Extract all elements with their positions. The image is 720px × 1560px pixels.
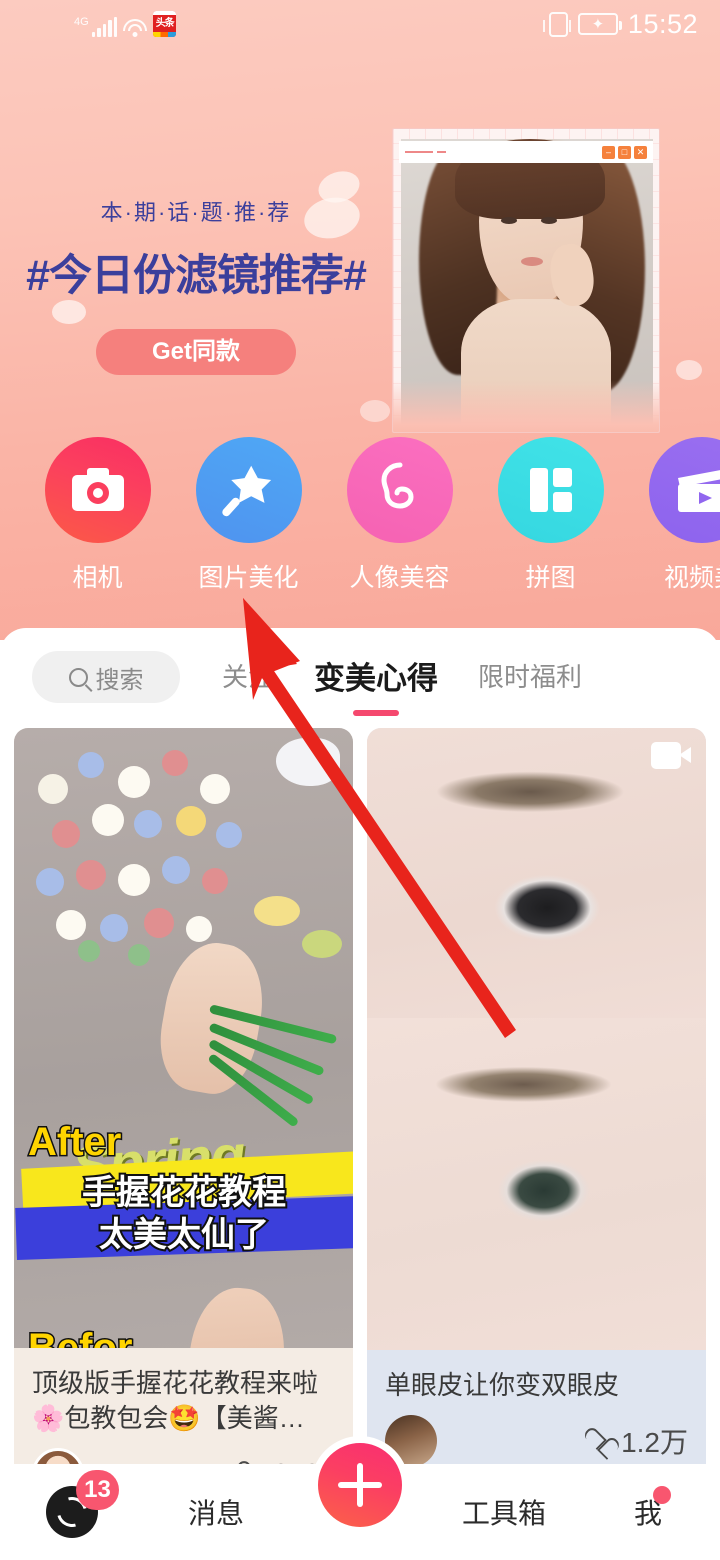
quick-action-label: 相机 [72, 564, 123, 592]
card-cover-image-top[interactable] [367, 728, 706, 1018]
unread-dot [653, 1486, 672, 1504]
like-counter[interactable]: 1.2万 [585, 1421, 688, 1461]
video-clapper-icon[interactable] [648, 437, 720, 543]
after-label: After [26, 1119, 122, 1166]
hero-header-area: – □ ✕ 本·期·话·题·推·荐 #今日份滤镜推荐# Get同款 相机 图片美… [0, 0, 720, 640]
butterfly-sticker [302, 930, 342, 958]
toutiao-app-icon: 头条 [153, 11, 177, 37]
search-placeholder: 搜索 [95, 666, 144, 694]
nav-item-profile[interactable]: 我 [576, 1486, 720, 1532]
quick-action-label: 人像美容 [349, 564, 450, 592]
feed-sheet: 搜索 关注 变美心得 限时福利 After 手握花花教程 太美太仙了 Befor… [0, 628, 720, 1560]
vibrate-icon [542, 11, 571, 37]
bottom-navigation-bar: 13 消息 工具箱 我 [0, 1436, 720, 1560]
sync-refresh-icon[interactable]: 13 [46, 1470, 119, 1538]
flower-stems [207, 978, 350, 1128]
banner-subtitle: 本·期·话·题·推·荐 [100, 200, 292, 225]
feed-toolbar: 搜索 关注 变美心得 限时福利 [0, 646, 720, 708]
camera-icon[interactable] [44, 437, 151, 543]
quick-action-image-beautify[interactable]: 图片美化 [173, 437, 324, 594]
card-cover-image[interactable]: Spring After 手握花花教程 太美太仙了 Befor [14, 728, 353, 1348]
signal-bars-icon [91, 17, 118, 37]
card-cover-image-bottom[interactable] [367, 1018, 706, 1350]
notification-badge: 13 [76, 1470, 119, 1510]
tab-limited-benefits[interactable]: 限时福利 [478, 657, 582, 698]
like-count: 1.2万 [621, 1426, 688, 1458]
butterfly-sticker [254, 896, 300, 926]
wifi-icon [123, 19, 148, 37]
quick-action-camera[interactable]: 相机 [22, 437, 173, 594]
tab-beauty-tips[interactable]: 变美心得 [314, 653, 438, 702]
flower-bouquet-graphic [30, 744, 260, 974]
minimize-icon: – [602, 145, 615, 159]
heart-icon[interactable] [585, 1429, 611, 1453]
get-same-style-button[interactable]: Get同款 [96, 329, 296, 375]
before-label: Befor [26, 1325, 133, 1349]
network-type-label: 4G [74, 16, 89, 28]
decorative-bubble [676, 360, 702, 380]
card-footer: 单眼皮让你变双眼皮 1.2万 [367, 1350, 706, 1483]
nav-item-messages[interactable]: 消息 [144, 1492, 288, 1532]
hand-before-photo [181, 1283, 291, 1348]
status-bar-clock: 15:52 [627, 8, 698, 39]
feed-card-grid: Spring After 手握花花教程 太美太仙了 Befor 顶级版手握花花教… [0, 728, 720, 1516]
card-title[interactable]: 顶级版手握花花教程来啦 🌸包教包会🤩【美酱… [32, 1366, 335, 1436]
overlay-text-line-2: 太美太仙了 [97, 1214, 271, 1256]
quick-action-video-beautify[interactable]: 视频美 [626, 437, 720, 594]
quick-action-portrait-beauty[interactable]: 人像美容 [324, 437, 475, 594]
nav-item-sync[interactable]: 13 [0, 1470, 144, 1538]
collage-grid-icon[interactable] [497, 437, 604, 543]
feed-card[interactable]: 单眼皮让你变双眼皮 1.2万 [367, 728, 706, 1516]
maximize-icon: □ [618, 145, 631, 159]
close-icon: ✕ [634, 145, 647, 159]
portrait-hair-icon[interactable] [346, 437, 453, 543]
battery-charging-icon: ✦ [577, 13, 622, 35]
feed-card[interactable]: Spring After 手握花花教程 太美太仙了 Befor 顶级版手握花花教… [14, 728, 353, 1516]
quick-action-label: 图片美化 [198, 564, 299, 592]
tab-follow[interactable]: 关注 [222, 657, 274, 698]
quick-action-label: 拼图 [525, 564, 576, 592]
status-bar: 4G 头条 ✦ 15:52 [0, 0, 720, 48]
card-title[interactable]: 单眼皮让你变双眼皮 [385, 1368, 688, 1403]
banner: 本·期·话·题·推·荐 #今日份滤镜推荐# Get同款 [0, 195, 392, 375]
nav-item-toolbox[interactable]: 工具箱 [432, 1492, 576, 1532]
fake-window-titlebar: – □ ✕ [399, 141, 653, 163]
quick-action-collage[interactable]: 拼图 [475, 437, 626, 594]
video-camera-icon [651, 742, 691, 769]
card-meta: 1.2万 [385, 1414, 688, 1467]
search-icon [68, 667, 88, 687]
hero-photo-frame[interactable]: – □ ✕ [392, 128, 660, 433]
search-input[interactable]: 搜索 [32, 651, 180, 703]
quick-actions-row: 相机 图片美化 人像美容 拼图 视频美 [0, 437, 720, 594]
feed-tabs: 关注 变美心得 限时福利 [222, 653, 582, 702]
decorative-bubble [360, 400, 390, 422]
quick-action-label: 视频美 [663, 564, 720, 592]
banner-title: #今日份滤镜推荐# [26, 252, 367, 300]
plus-fab-icon[interactable] [311, 1436, 409, 1534]
magic-wand-icon[interactable] [195, 437, 302, 543]
bird-sticker [276, 738, 340, 786]
